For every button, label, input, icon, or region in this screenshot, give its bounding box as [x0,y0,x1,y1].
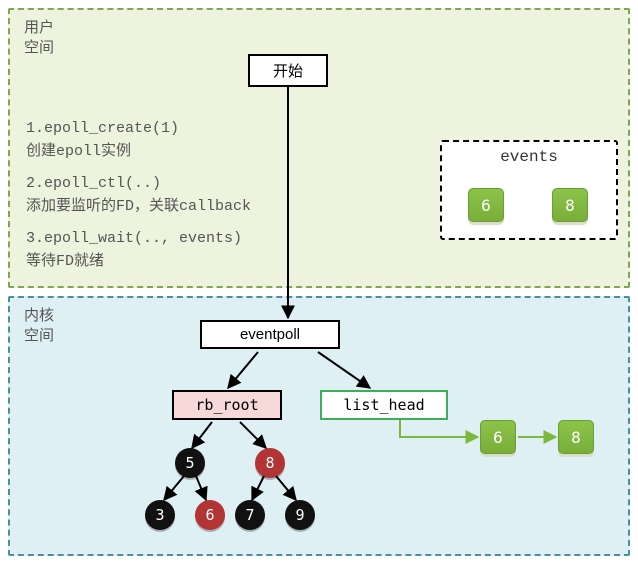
ready-list-item-1: 8 [558,420,594,454]
events-item-1: 8 [552,188,588,222]
api-line1: 1.epoll_create(1) [26,118,316,141]
api-line3-desc: 等待FD就绪 [26,251,316,274]
rb-node-5: 5 [175,448,205,478]
events-title: events [442,142,616,166]
rb-root-box: rb_root [172,390,282,420]
api-line1-desc: 创建epoll实例 [26,141,316,164]
rb-node-7: 7 [235,500,265,530]
rb-node-3: 3 [145,500,175,530]
events-panel: events 6 8 [440,140,618,240]
rb-node-8: 8 [255,448,285,478]
rb-node-9: 9 [285,500,315,530]
api-line2: 2.epoll_ctl(..) [26,173,316,196]
user-space-label: 用户 空间 [16,14,62,63]
list-head-box: list_head [320,390,448,420]
api-line2-desc: 添加要监听的FD，关联callback [26,196,316,219]
eventpoll-box: eventpoll [200,320,340,349]
diagram-canvas: 用户 空间 内核 空间 开始 1.epoll_create(1) 创建epoll… [0,0,638,570]
events-item-0: 6 [468,188,504,222]
start-box: 开始 [248,54,328,87]
rb-node-6: 6 [195,500,225,530]
api-line3: 3.epoll_wait(.., events) [26,228,316,251]
ready-list-item-0: 6 [480,420,516,454]
kernel-space-label: 内核 空间 [16,302,62,351]
api-calls-text: 1.epoll_create(1) 创建epoll实例 2.epoll_ctl(… [26,118,316,273]
